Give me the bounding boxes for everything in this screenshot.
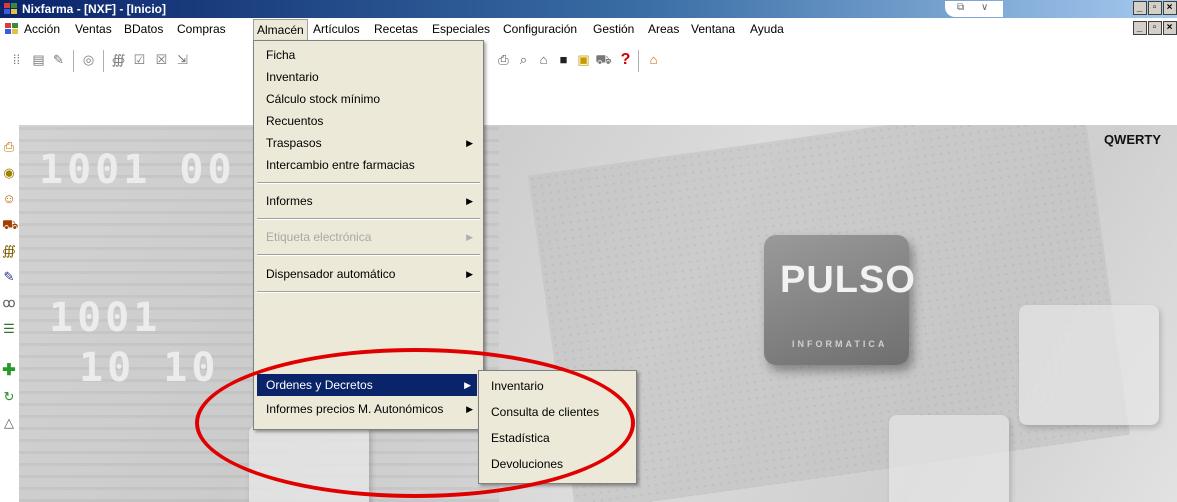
submenu-arrow-icon: ▶	[466, 232, 473, 242]
background-digits: 1001	[49, 295, 162, 341]
menu-item-intercambio-farmacias[interactable]: Intercambio entre farmacias	[254, 154, 483, 176]
cashbox-icon[interactable]: ☰	[2, 321, 16, 337]
cart-icon[interactable]: ⛟	[2, 217, 18, 233]
menu-bdatos[interactable]: BDatos	[124, 22, 163, 36]
user-label: QWERTY	[1103, 132, 1161, 147]
background-digits: 10 10	[79, 345, 220, 391]
title-extra-controls: ⧉ ∨	[945, 1, 1003, 17]
document-icon[interactable]: ▤	[30, 51, 47, 69]
keycap-graphic	[1019, 305, 1159, 425]
left-toolbar: ⎙ ◉ ☺ ⛟ ∰ ✎ ꝏ ☰ ✚ ↻ △	[0, 125, 18, 502]
menu-articulos[interactable]: Artículos	[313, 22, 360, 36]
toolbar-separator	[638, 50, 639, 72]
menu-compras[interactable]: Compras	[177, 22, 226, 36]
menu-item-label: Inventario	[266, 70, 319, 84]
cart-icon[interactable]: ⛟	[595, 51, 612, 69]
menu-item-label: Ficha	[266, 48, 296, 62]
document-app-icon	[5, 23, 18, 34]
menu-gestion[interactable]: Gestión	[593, 22, 634, 36]
search-icon[interactable]: ⌕	[515, 51, 532, 69]
close-doc-icon[interactable]: ☒	[153, 51, 170, 69]
globe-icon[interactable]: ◎	[80, 51, 97, 69]
menu-item-label: Etiqueta electrónica	[266, 230, 372, 244]
people-icon[interactable]: ꝏ	[2, 295, 16, 311]
menu-item-traspasos[interactable]: Traspasos ▶	[254, 132, 483, 154]
edit-icon[interactable]: ✎	[50, 51, 67, 69]
menu-configuracion[interactable]: Configuración	[503, 22, 577, 36]
toolbar: ⁞⁞ ▤ ✎ ◎ ∰ ☑ ☒ ⇲ ⎙ ⌕ ⌂ ■ ▣ ⛟ ? ⌂	[0, 40, 1177, 80]
doc-minimize-button[interactable]: _	[1133, 21, 1147, 35]
menu-separator	[257, 182, 480, 184]
coin-icon[interactable]: ◉	[2, 165, 16, 181]
brand-logo: PULSO	[780, 259, 916, 301]
pencil-icon[interactable]: ✎	[2, 269, 16, 285]
menu-ayuda[interactable]: Ayuda	[750, 22, 784, 36]
menu-item-label: Recuentos	[266, 114, 324, 128]
printer-icon[interactable]: ⎙	[2, 139, 16, 155]
restore-button[interactable]: ▫	[1148, 1, 1162, 15]
highlight-ellipse	[195, 348, 635, 498]
window-controls: _ ▫ ×	[1132, 1, 1177, 15]
up-icon[interactable]: △	[2, 415, 16, 431]
chevron-down-icon[interactable]: ∨	[981, 2, 988, 13]
layout-icon[interactable]: ⁞⁞	[8, 51, 25, 69]
submenu-arrow-icon: ▶	[466, 196, 473, 206]
menu-item-label: Informes	[266, 194, 313, 208]
app-icon	[4, 3, 17, 14]
doc-restore-button[interactable]: ▫	[1148, 21, 1162, 35]
menu-item-inventario[interactable]: Inventario	[254, 66, 483, 88]
menu-item-label: Traspasos	[266, 136, 322, 150]
print-icon[interactable]: ⎙	[495, 51, 512, 69]
minimize-button[interactable]: _	[1133, 1, 1147, 15]
menu-item-etiqueta-electronica: Etiqueta electrónica ▶	[254, 226, 483, 248]
menu-item-informes[interactable]: Informes ▶	[254, 190, 483, 212]
menu-item-calculo-stock-minimo[interactable]: Cálculo stock mínimo	[254, 88, 483, 110]
background-digits: 1001 00	[39, 147, 236, 193]
title-bar: Nixfarma - [NXF] - [Inicio] ⧉ ∨ _ ▫ ×	[0, 0, 1177, 18]
home-up-icon[interactable]: ⌂	[645, 51, 662, 69]
submenu-arrow-icon: ▶	[466, 269, 473, 279]
doc-close-button[interactable]: ×	[1163, 21, 1177, 35]
refresh-icon[interactable]: ↻	[2, 389, 16, 405]
help-icon[interactable]: ?	[617, 51, 634, 69]
menu-item-label: Intercambio entre farmacias	[266, 158, 415, 172]
toolbar-separator	[103, 50, 104, 72]
pulso-key-graphic: PULSO INFORMATICA	[764, 235, 915, 365]
menu-separator	[257, 218, 480, 220]
document-window-controls: _ ▫ ×	[1132, 21, 1177, 35]
menu-almacen[interactable]: Almacén	[253, 19, 308, 41]
home-icon[interactable]: ⌂	[535, 51, 552, 69]
menu-accion[interactable]: Acción	[24, 22, 60, 36]
submenu-arrow-icon: ▶	[466, 138, 473, 148]
square-icon[interactable]: ■	[555, 51, 572, 69]
window-title: Nixfarma - [NXF] - [Inicio]	[22, 2, 167, 16]
binoculars-icon[interactable]: ∰	[110, 51, 127, 69]
binoculars-icon[interactable]: ∰	[2, 243, 16, 259]
menu-ventana[interactable]: Ventana	[691, 22, 735, 36]
user-icon[interactable]: ☺	[2, 191, 16, 207]
checklist-icon[interactable]: ☑	[131, 51, 148, 69]
menu-areas[interactable]: Areas	[648, 22, 679, 36]
menu-item-dispensador-automatico[interactable]: Dispensador automático ▶	[254, 263, 483, 285]
menu-item-label: Dispensador automático	[266, 267, 396, 281]
keycap-graphic	[889, 415, 1009, 502]
plus-icon[interactable]: ✚	[2, 363, 16, 379]
menu-bar: Acción Ventas BDatos Compras Almacén Art…	[0, 18, 1177, 41]
menu-separator	[257, 254, 480, 256]
menu-separator	[257, 291, 480, 293]
menu-item-label: Cálculo stock mínimo	[266, 92, 381, 106]
menu-recetas[interactable]: Recetas	[374, 22, 418, 36]
menu-especiales[interactable]: Especiales	[432, 22, 490, 36]
close-button[interactable]: ×	[1163, 1, 1177, 15]
restore-small-icon[interactable]: ⧉	[957, 2, 964, 13]
toolbar-separator	[73, 50, 74, 72]
window-icon[interactable]: ▣	[575, 51, 592, 69]
menu-item-recuentos[interactable]: Recuentos	[254, 110, 483, 132]
menu-ventas[interactable]: Ventas	[75, 22, 112, 36]
export-icon[interactable]: ⇲	[174, 51, 191, 69]
menu-item-ficha[interactable]: Ficha	[254, 44, 483, 66]
brand-subtitle: INFORMATICA	[792, 339, 888, 349]
